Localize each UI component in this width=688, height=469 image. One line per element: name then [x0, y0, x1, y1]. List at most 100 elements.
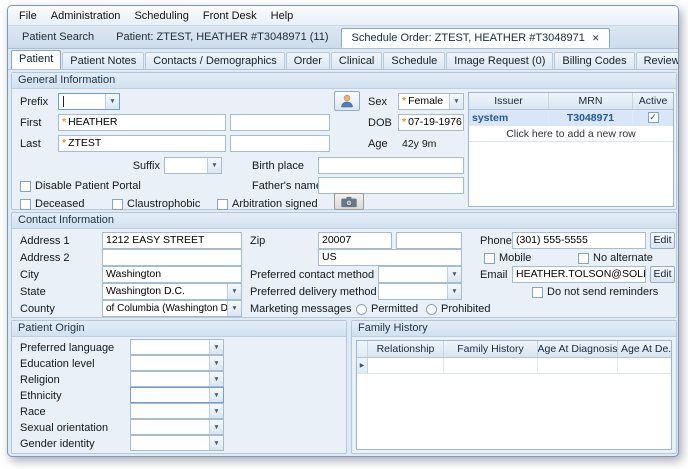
tab-contacts-demographics[interactable]: Contacts / Demographics	[145, 52, 285, 69]
checkbox-box[interactable]	[20, 198, 31, 210]
chevron-down-icon[interactable]: ▼	[209, 356, 223, 370]
doc-tab-patient-search[interactable]: Patient Search	[12, 28, 104, 48]
county-combo[interactable]: of Columbia (Washington D.C.) ▼	[102, 300, 242, 317]
checkbox-box[interactable]	[484, 252, 495, 264]
education-level-combo[interactable]: ▼	[130, 355, 224, 371]
checkbox-box[interactable]	[217, 198, 228, 210]
column-header-mrn[interactable]: MRN	[549, 93, 633, 109]
last-name-extra-input[interactable]	[230, 135, 330, 152]
mrn-cell[interactable]: T3048971	[549, 110, 633, 125]
zip-ext-input[interactable]	[396, 232, 462, 249]
deceased-checkbox[interactable]: Deceased	[20, 197, 85, 211]
country-input[interactable]: US	[318, 249, 462, 266]
active-checkbox[interactable]: ✓	[647, 112, 659, 123]
chevron-down-icon[interactable]: ▼	[209, 436, 223, 450]
mrn-grid[interactable]: Issuer MRN Active system T3048971 ✓ Clic…	[468, 92, 674, 207]
menu-item-help[interactable]: Help	[264, 8, 301, 24]
tab-billing-codes[interactable]: Billing Codes	[554, 52, 635, 69]
column-header-family-history[interactable]: Family History	[444, 341, 538, 357]
sexual-orientation-combo[interactable]: ▼	[130, 419, 224, 435]
tab-image-request[interactable]: Image Request (0)	[446, 52, 554, 69]
chevron-down-icon[interactable]: ▼	[209, 388, 223, 402]
religion-combo[interactable]: ▼	[130, 371, 224, 387]
tab-patient-notes[interactable]: Patient Notes	[62, 52, 145, 69]
phone-input[interactable]: (301) 555-5555	[512, 232, 646, 249]
race-combo[interactable]: ▼	[130, 403, 224, 419]
column-header-active[interactable]: Active	[633, 93, 673, 109]
age-at-death-cell[interactable]	[618, 358, 671, 373]
menu-item-administration[interactable]: Administration	[44, 8, 128, 24]
city-input[interactable]: Washington	[102, 266, 242, 283]
chevron-down-icon[interactable]: ▼	[227, 284, 241, 299]
checkbox-box[interactable]	[112, 198, 123, 210]
preferred-language-combo[interactable]: ▼	[130, 339, 224, 355]
last-name-input[interactable]: * ZTEST	[58, 135, 226, 152]
no-alternate-checkbox[interactable]: No alternate	[578, 251, 653, 265]
chevron-down-icon[interactable]: ▼	[209, 372, 223, 386]
doc-tab-schedule-order[interactable]: Schedule Order: ZTEST, HEATHER #T3048971…	[340, 28, 611, 48]
father-name-input[interactable]	[318, 177, 464, 194]
family-history-grid[interactable]: Relationship Family History Age At Diagn…	[356, 340, 672, 450]
column-header-age-at-diagnosis[interactable]: Age At Diagnosis	[538, 341, 618, 357]
column-header-relationship[interactable]: Relationship	[368, 341, 444, 357]
checkbox-box[interactable]	[578, 252, 589, 264]
camera-button[interactable]	[334, 193, 364, 210]
checkbox-box[interactable]	[20, 180, 31, 192]
radio-circle[interactable]	[426, 303, 437, 315]
chevron-down-icon[interactable]: ▼	[447, 267, 461, 282]
tab-review[interactable]: Review	[635, 52, 678, 69]
chevron-down-icon[interactable]: ▼	[209, 340, 223, 354]
marketing-prohibited-radio[interactable]: Prohibited	[426, 302, 491, 316]
email-edit-button[interactable]: Edit	[650, 266, 675, 283]
mrn-grid-row[interactable]: system T3048971 ✓	[469, 110, 673, 126]
chevron-down-icon[interactable]: ▼	[449, 94, 463, 109]
suffix-combo[interactable]: ▼	[164, 157, 222, 174]
first-name-extra-input[interactable]	[230, 114, 330, 131]
sex-combo[interactable]: * Female ▼	[398, 93, 464, 110]
gender-identity-combo[interactable]: ▼	[130, 435, 224, 451]
column-header-issuer[interactable]: Issuer	[469, 93, 549, 109]
chevron-down-icon[interactable]: ▼	[447, 284, 461, 299]
family-history-cell[interactable]	[444, 358, 538, 373]
tab-clinical[interactable]: Clinical	[330, 52, 383, 69]
chevron-down-icon[interactable]: ▼	[105, 94, 119, 109]
birth-place-input[interactable]	[318, 157, 464, 174]
checkbox-box[interactable]	[532, 286, 543, 298]
menu-item-file[interactable]: File	[12, 8, 44, 24]
menu-item-scheduling[interactable]: Scheduling	[127, 8, 195, 24]
doc-tab-patient[interactable]: Patient: ZTEST, HEATHER #T3048971 (11)	[106, 28, 338, 48]
age-at-diagnosis-cell[interactable]	[538, 358, 618, 373]
column-header-age-at-death[interactable]: Age At De...	[618, 341, 671, 357]
do-not-send-reminders-checkbox[interactable]: Do not send reminders	[532, 285, 658, 299]
close-icon[interactable]: ✕	[592, 33, 600, 43]
relationship-cell[interactable]	[368, 358, 444, 373]
ethnicity-combo[interactable]: ▼	[130, 387, 224, 403]
arbitration-signed-checkbox[interactable]: Arbitration signed	[217, 197, 318, 211]
phone-edit-button[interactable]: Edit	[650, 232, 675, 249]
radio-circle[interactable]	[356, 303, 367, 315]
state-combo[interactable]: Washington D.C. ▼	[102, 283, 242, 300]
address2-input[interactable]	[102, 249, 242, 266]
claustrophobic-checkbox[interactable]: Claustrophobic	[112, 197, 200, 211]
patient-photo-button[interactable]	[334, 91, 360, 111]
issuer-cell[interactable]: system	[469, 110, 549, 125]
mobile-checkbox[interactable]: Mobile	[484, 251, 531, 265]
chevron-down-icon[interactable]: ▼	[207, 158, 221, 173]
menu-item-front-desk[interactable]: Front Desk	[196, 8, 264, 24]
preferred-delivery-method-combo[interactable]: ▼	[378, 283, 462, 300]
first-name-input[interactable]: * HEATHER	[58, 114, 226, 131]
address1-input[interactable]: 1212 EASY STREET	[102, 232, 242, 249]
prefix-combo[interactable]: ▼	[58, 93, 120, 110]
active-cell[interactable]: ✓	[633, 110, 673, 125]
disable-patient-portal-checkbox[interactable]: Disable Patient Portal	[20, 179, 141, 193]
email-input[interactable]: HEATHER.TOLSON@SOLISMAMMO.CC	[512, 266, 646, 283]
zip-input[interactable]: 20007	[318, 232, 392, 249]
add-new-row[interactable]: Click here to add a new row	[469, 126, 673, 142]
chevron-down-icon[interactable]: ▼	[209, 420, 223, 434]
chevron-down-icon[interactable]: ▼	[209, 404, 223, 418]
chevron-down-icon[interactable]: ▼	[227, 301, 241, 316]
dob-input[interactable]: * 07-19-1976	[398, 114, 464, 131]
family-grid-empty-row[interactable]: ▶	[357, 358, 671, 374]
tab-schedule[interactable]: Schedule	[383, 52, 446, 69]
tab-patient[interactable]: Patient	[11, 50, 62, 69]
